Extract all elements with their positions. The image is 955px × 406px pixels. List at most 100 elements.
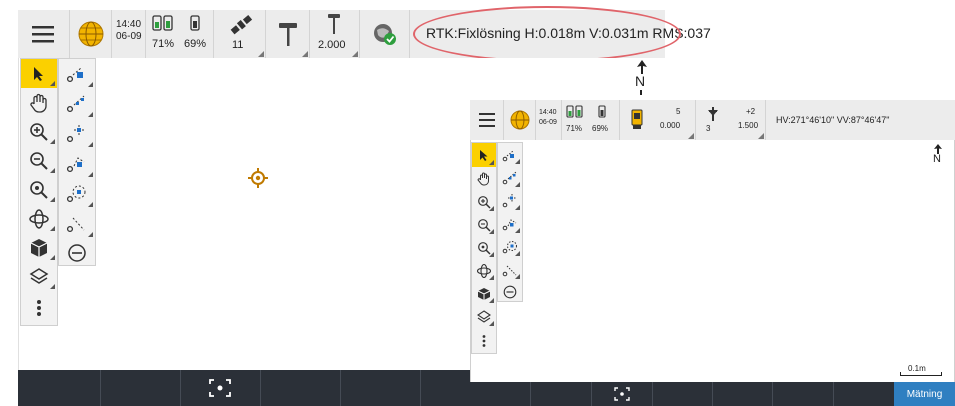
center-view-button[interactable] <box>592 382 652 406</box>
pan-tool[interactable] <box>472 167 496 190</box>
select-tool[interactable] <box>472 143 496 167</box>
rover-status[interactable] <box>266 10 310 58</box>
select-point-tool[interactable] <box>498 143 522 166</box>
select-area-tool[interactable] <box>59 119 95 149</box>
screen-b-frame <box>470 100 955 406</box>
zoom-out-tool[interactable] <box>21 146 57 175</box>
angles-text[interactable]: HV:271°46'10" VV:87°46'47" <box>776 115 889 125</box>
divider <box>420 370 421 406</box>
gnss-status[interactable]: 11 <box>214 10 266 58</box>
antenna-height-text: 2.000 <box>318 39 346 51</box>
zoom-in-icon <box>30 122 48 141</box>
select-lasso-tool[interactable] <box>498 258 522 281</box>
bottom-bar-b: Mätning <box>470 382 955 406</box>
select-point-tool[interactable] <box>59 59 95 89</box>
orbit-icon <box>476 263 492 278</box>
connection-status[interactable] <box>360 10 410 58</box>
select-line-icon <box>66 95 85 113</box>
select-point-icon <box>502 150 514 161</box>
antenna-height[interactable]: 2.000 <box>310 10 360 58</box>
time-text: 14:40 <box>116 19 142 30</box>
scale-tick <box>941 372 942 376</box>
select-line-tool[interactable] <box>59 89 95 119</box>
north-tick <box>640 90 642 95</box>
select-lasso-tool[interactable] <box>59 209 95 239</box>
divider <box>772 382 773 406</box>
selection-toolbar <box>58 58 96 266</box>
battery-status-b[interactable]: 71% 69% <box>562 100 620 140</box>
layers-tool[interactable] <box>21 262 57 291</box>
map-toolbar <box>20 58 58 326</box>
battery-status[interactable]: 71% 69% <box>146 10 214 58</box>
divider <box>833 382 834 406</box>
zoom-extents-tool[interactable] <box>472 236 496 259</box>
cursor-arrow-icon <box>479 149 487 161</box>
time-date-b: 14:40 06-09 <box>536 100 562 140</box>
cube-icon <box>30 238 48 257</box>
measure-button[interactable]: Mätning <box>894 382 955 406</box>
screen-b: 14:40 06-09 71% 69% 5 0.000 3 +2 1.500 H… <box>470 100 955 406</box>
zoom-in-icon <box>478 195 491 209</box>
menu-button-b[interactable] <box>470 100 504 140</box>
target-status[interactable]: 3 +2 1.500 <box>696 100 766 140</box>
map-toolbar-b <box>471 142 497 354</box>
select-area-icon <box>502 193 516 207</box>
select-line-tool[interactable] <box>498 166 522 189</box>
center-view-button[interactable] <box>181 370 260 406</box>
view-cube-tool[interactable] <box>472 282 496 305</box>
layers-icon <box>477 309 491 323</box>
zoom-extents-icon <box>30 180 48 199</box>
north-arrow: N <box>632 58 652 98</box>
zoom-extents-tool[interactable] <box>21 175 57 204</box>
hamburger-icon <box>479 113 495 127</box>
more-tool[interactable] <box>472 328 496 353</box>
hand-icon <box>477 172 489 185</box>
center-focus-icon <box>209 379 231 397</box>
deselect-tool[interactable] <box>498 281 522 303</box>
select-circle-tool[interactable] <box>59 179 95 209</box>
total-station-icon <box>631 109 643 129</box>
view-cube-tool[interactable] <box>21 233 57 262</box>
minus-circle-icon <box>503 285 517 299</box>
menu-button[interactable] <box>18 10 70 58</box>
instrument-status[interactable]: 5 0.000 <box>620 100 696 140</box>
select-circle-icon <box>502 240 517 253</box>
zoom-out-icon <box>478 218 491 232</box>
select-polygon-tool[interactable] <box>498 212 522 235</box>
orbit-tool[interactable] <box>472 259 496 282</box>
divider <box>712 382 713 406</box>
cursor-arrow-icon <box>34 66 43 81</box>
north-label: N <box>635 73 646 89</box>
scale-bar: 0.1m <box>898 364 944 380</box>
select-polygon-icon <box>66 157 85 173</box>
hamburger-icon <box>32 26 54 43</box>
select-polygon-tool[interactable] <box>59 149 95 179</box>
select-circle-icon <box>66 185 86 203</box>
job-globe-button-b[interactable] <box>504 100 536 140</box>
zoom-in-tool[interactable] <box>21 117 57 146</box>
select-lasso-icon <box>66 217 85 233</box>
select-area-tool[interactable] <box>498 189 522 212</box>
zoom-in-tool[interactable] <box>472 190 496 213</box>
select-circle-tool[interactable] <box>498 235 522 258</box>
select-polygon-icon <box>502 218 517 230</box>
select-line-icon <box>502 171 517 184</box>
select-tool[interactable] <box>21 59 57 88</box>
zoom-out-tool[interactable] <box>472 213 496 236</box>
battery1-text: 71% <box>566 124 583 133</box>
cube-icon <box>477 287 491 300</box>
divider <box>530 382 531 406</box>
more-tool[interactable] <box>21 291 57 325</box>
divider <box>100 370 101 406</box>
gnss-position-marker <box>248 168 268 188</box>
north-label: N <box>933 153 941 165</box>
target-sub: 1.500 <box>738 121 759 130</box>
layers-tool[interactable] <box>472 305 496 328</box>
pan-tool[interactable] <box>21 88 57 117</box>
target-num: 3 <box>706 124 711 133</box>
deselect-tool[interactable] <box>59 239 95 267</box>
orbit-tool[interactable] <box>21 204 57 233</box>
battery-icon-2 <box>598 105 606 118</box>
north-arrow-b: N <box>930 144 946 170</box>
job-globe-button[interactable] <box>70 10 112 58</box>
